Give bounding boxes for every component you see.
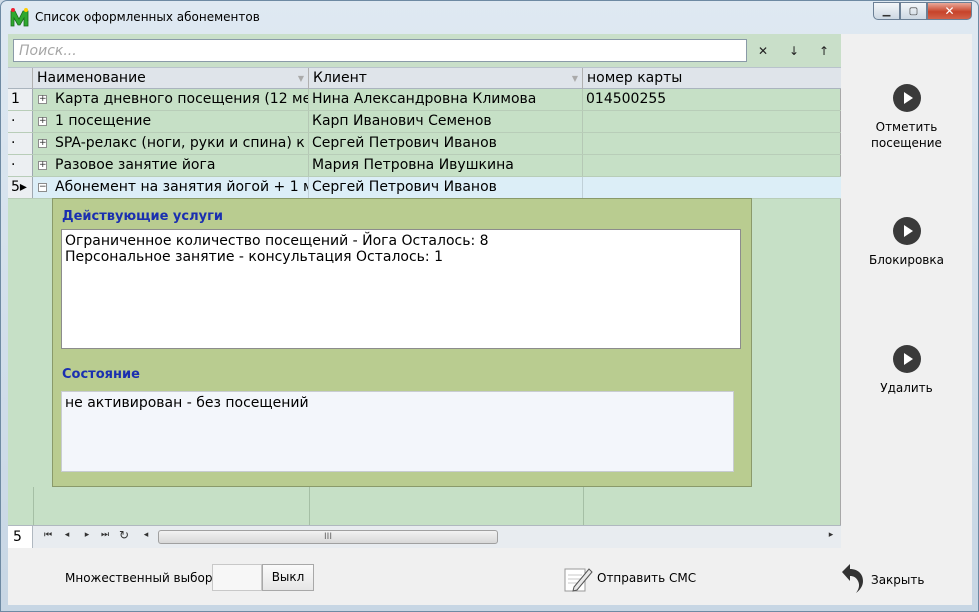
minimize-button[interactable]: ▁ xyxy=(873,2,900,20)
service-item: Ограниченное количество посещений - Йога… xyxy=(65,233,489,249)
row-indicator[interactable]: · xyxy=(8,155,33,176)
cell-name[interactable]: 1 посещение xyxy=(52,111,309,132)
column-header-card-number[interactable]: номер карты xyxy=(583,68,841,89)
minimize-icon: ▁ xyxy=(882,5,891,17)
table-row[interactable]: · + 1 посещение Карп Иванович Семенов xyxy=(8,111,841,133)
cell-name[interactable]: Абонемент на занятия йогой + 1 м xyxy=(52,177,309,198)
mark-visit-label: Отметить посещение xyxy=(871,120,942,150)
title-bar[interactable]: Список оформленных абонементов ▁ ▢ ✕ xyxy=(1,1,978,33)
cell-name[interactable]: Карта дневного посещения (12 ме xyxy=(52,89,309,110)
record-navigator: 5 ⏮ ◂ ▸ ⏭ ↻ ◂ III ▸ xyxy=(8,525,841,548)
cell-card-number[interactable] xyxy=(583,111,841,132)
cell-client[interactable]: Мария Петровна Ивушкина xyxy=(309,155,583,176)
subscriptions-grid: ✕ ↓ ↑ Наименование ▼ Клиент ▼ номер карт… xyxy=(8,34,841,548)
table-row[interactable]: · + SPA-релакс (ноги, руки и спина) к Се… xyxy=(8,133,841,155)
row-indicator-header xyxy=(8,68,33,89)
scroll-right-icon[interactable]: ▸ xyxy=(824,530,838,540)
scroll-left-icon[interactable]: ◂ xyxy=(139,530,153,540)
cell-card-number[interactable] xyxy=(583,177,841,198)
detail-panel: Действующие услуги Ограниченное количест… xyxy=(52,198,752,487)
cell-client[interactable]: Карп Иванович Семенов xyxy=(309,111,583,132)
client-area: ✕ ↓ ↑ Наименование ▼ Клиент ▼ номер карт… xyxy=(8,34,972,605)
record-count: 5 xyxy=(8,526,33,548)
row-indicator[interactable]: 1 xyxy=(8,89,33,110)
expand-row-icon[interactable]: + xyxy=(38,95,47,104)
pen-paper-icon xyxy=(564,568,593,592)
column-header-label: Наименование xyxy=(37,70,146,86)
first-record-icon[interactable]: ⏮ xyxy=(41,530,55,540)
table-row[interactable]: · + Разовое занятие йога Мария Петровна … xyxy=(8,155,841,177)
table-row-selected[interactable]: 5▸ − Абонемент на занятия йогой + 1 м Се… xyxy=(8,177,841,199)
service-item: Персональное занятие - консультация Оста… xyxy=(65,249,443,265)
filter-dropdown-icon[interactable]: ▼ xyxy=(572,74,578,83)
services-list[interactable]: Ограниченное количество посещений - Йога… xyxy=(61,229,741,349)
play-icon xyxy=(892,84,921,112)
refresh-icon[interactable]: ↻ xyxy=(117,528,131,542)
next-record-icon[interactable]: ▸ xyxy=(80,530,94,540)
main-window: Список оформленных абонементов ▁ ▢ ✕ ✕ ↓… xyxy=(0,0,979,612)
block-label: Блокировка xyxy=(869,253,944,267)
find-previous-icon[interactable]: ↑ xyxy=(814,42,834,60)
maximize-icon: ▢ xyxy=(908,5,919,17)
horizontal-scrollbar-thumb[interactable]: III xyxy=(158,530,498,544)
window-title: Список оформленных абонементов xyxy=(35,10,260,24)
play-icon xyxy=(892,217,921,245)
bottom-toolbar: Множественный выбор Выкл Отправить СМС З… xyxy=(8,548,972,605)
column-header-client[interactable]: Клиент ▼ xyxy=(309,68,583,89)
column-header-label: номер карты xyxy=(587,70,683,86)
multi-select-toggle[interactable]: Выкл xyxy=(262,564,314,591)
cell-card-number[interactable] xyxy=(583,133,841,154)
expand-row-icon[interactable]: + xyxy=(38,139,47,148)
expand-row-icon[interactable]: + xyxy=(38,161,47,170)
cell-card-number[interactable] xyxy=(583,155,841,176)
action-panel: Отметить посещение Блокировка Удалить xyxy=(841,34,972,548)
cell-name[interactable]: SPA-релакс (ноги, руки и спина) к xyxy=(52,133,309,154)
close-window-button[interactable]: ✕ xyxy=(927,2,972,20)
close-label: Закрыть xyxy=(871,573,925,587)
cell-client[interactable]: Сергей Петрович Иванов xyxy=(309,133,583,154)
services-label: Действующие услуги xyxy=(62,209,223,224)
cell-client[interactable]: Нина Александровна Климова xyxy=(309,89,583,110)
block-button[interactable]: Блокировка xyxy=(841,217,972,268)
play-icon xyxy=(892,345,921,373)
column-header-name[interactable]: Наименование ▼ xyxy=(33,68,309,89)
app-logo-icon xyxy=(10,8,29,27)
send-sms-label: Отправить СМС xyxy=(597,571,697,585)
row-indicator[interactable]: 5▸ xyxy=(8,177,33,198)
delete-label: Удалить xyxy=(880,381,933,395)
table-row[interactable]: 1 + Карта дневного посещения (12 ме Нина… xyxy=(8,89,841,111)
undo-arrow-icon xyxy=(842,564,863,593)
find-next-icon[interactable]: ↓ xyxy=(784,42,804,60)
multi-select-indicator xyxy=(212,564,262,591)
search-input[interactable] xyxy=(13,39,747,62)
window-controls: ▁ ▢ ✕ xyxy=(873,2,972,20)
row-indicator[interactable]: · xyxy=(8,111,33,132)
cell-client[interactable]: Сергей Петрович Иванов xyxy=(309,177,583,198)
multi-select-label: Множественный выбор xyxy=(65,571,213,585)
close-icon: ✕ xyxy=(944,4,955,18)
delete-button[interactable]: Удалить xyxy=(841,345,972,396)
filter-dropdown-icon[interactable]: ▼ xyxy=(298,74,304,83)
column-header-label: Клиент xyxy=(313,70,367,86)
cell-name[interactable]: Разовое занятие йога xyxy=(52,155,309,176)
expand-row-icon[interactable]: + xyxy=(38,117,47,126)
last-record-icon[interactable]: ⏭ xyxy=(98,530,112,540)
previous-record-icon[interactable]: ◂ xyxy=(60,530,74,540)
cell-card-number[interactable]: 014500255 xyxy=(583,89,841,110)
grid-header: Наименование ▼ Клиент ▼ номер карты xyxy=(8,67,841,89)
search-panel: ✕ ↓ ↑ xyxy=(8,34,841,67)
clear-search-icon[interactable]: ✕ xyxy=(753,42,773,60)
row-indicator[interactable]: · xyxy=(8,133,33,154)
status-field[interactable]: не активирован - без посещений xyxy=(61,391,734,472)
maximize-button[interactable]: ▢ xyxy=(900,2,927,20)
status-label: Состояние xyxy=(62,367,140,382)
collapse-row-icon[interactable]: − xyxy=(38,183,47,192)
mark-visit-button[interactable]: Отметить посещение xyxy=(841,84,972,151)
